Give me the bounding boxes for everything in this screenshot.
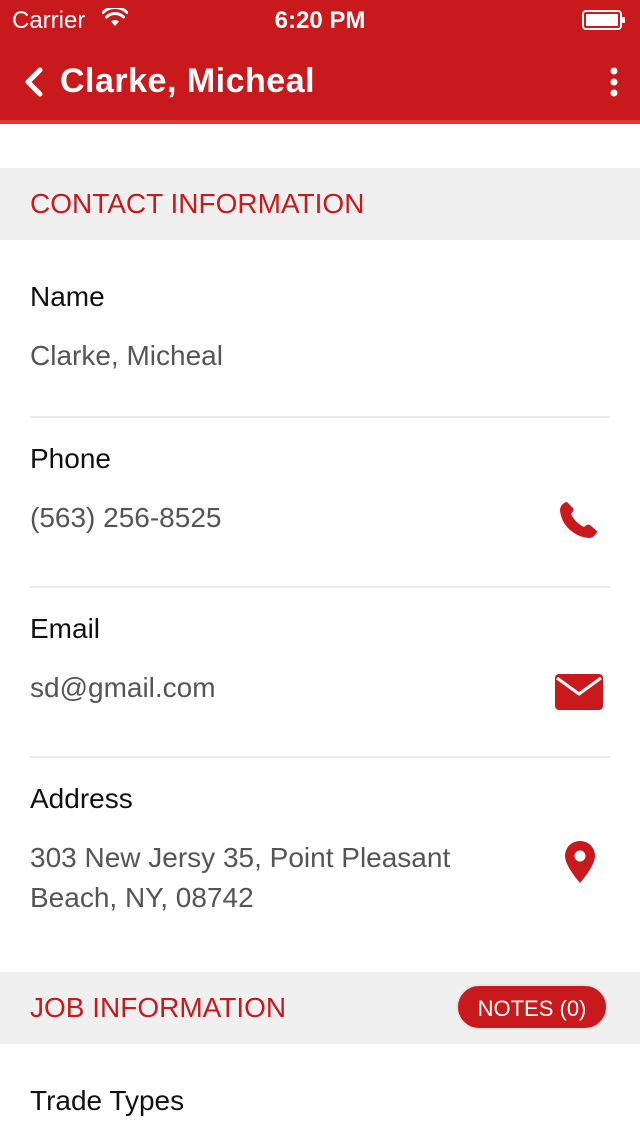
- phone-icon[interactable]: [558, 500, 600, 540]
- contact-section-header: CONTACT INFORMATION: [0, 168, 640, 240]
- page-title: Clarke, Micheal: [60, 62, 316, 100]
- envelope-icon[interactable]: [554, 672, 604, 712]
- phone-value[interactable]: (563) 256-8525: [30, 498, 221, 538]
- nav-bar: Clarke, Micheal: [0, 40, 640, 124]
- trade-types-label: Trade Types: [30, 1085, 185, 1116]
- address-line2[interactable]: Beach, NY, 08742: [30, 878, 254, 918]
- header-spacer: [0, 124, 640, 168]
- name-label: Name: [30, 281, 105, 312]
- email-value[interactable]: sd@gmail.com: [30, 668, 216, 708]
- name-value: Clarke, Micheal: [30, 340, 223, 371]
- divider: [30, 586, 610, 588]
- phone-label: Phone: [30, 443, 111, 474]
- divider: [30, 756, 610, 758]
- battery-icon: [582, 10, 625, 30]
- map-pin-icon[interactable]: [564, 840, 596, 884]
- email-label: Email: [30, 613, 101, 644]
- contact-section-title: CONTACT INFORMATION: [30, 188, 365, 219]
- back-chevron-icon[interactable]: [18, 60, 52, 104]
- notes-button[interactable]: NOTES (0): [456, 984, 608, 1030]
- job-section-header: JOB INFORMATION NOTES (0): [0, 972, 640, 1044]
- job-section-title: JOB INFORMATION: [30, 992, 287, 1023]
- app-header: Carrier 6:20 PM Clarke, Micheal: [0, 0, 640, 124]
- more-vertical-icon[interactable]: [606, 66, 622, 98]
- status-time: 6:20 PM: [274, 7, 366, 34]
- divider: [30, 416, 610, 418]
- address-label: Address: [30, 783, 133, 814]
- status-bar: Carrier 6:20 PM: [0, 0, 640, 40]
- address-line1[interactable]: 303 New Jersy 35, Point Pleasant: [30, 838, 450, 878]
